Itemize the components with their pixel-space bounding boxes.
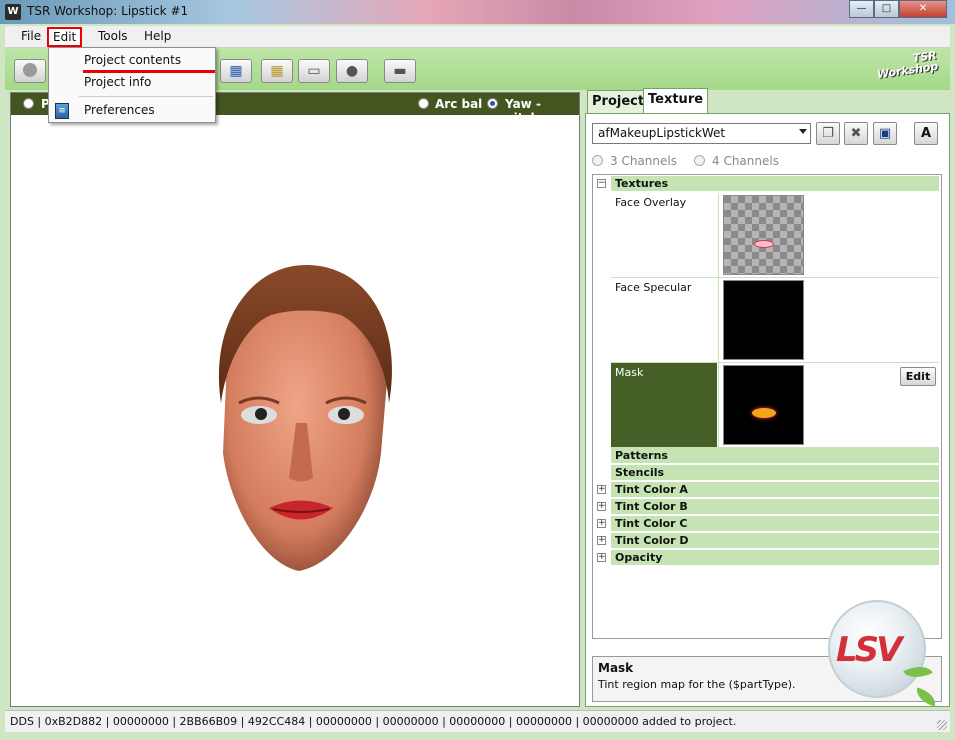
section-tint-color-a[interactable]: Tint Color A	[611, 482, 939, 498]
column-divider	[718, 193, 719, 277]
mesh-blue-icon[interactable]: ▦	[220, 59, 252, 83]
channels-3-radio[interactable]: 3 Channels	[592, 154, 677, 168]
texture-tree: − Textures Face Overlay Face Specular Ma…	[592, 174, 942, 639]
section-patterns[interactable]: Patterns	[611, 448, 939, 464]
expand-icon[interactable]: +	[597, 519, 606, 528]
menu-bar: File Edit Tools Help	[5, 26, 950, 48]
column-divider	[718, 363, 719, 447]
tab-texture[interactable]: Texture	[643, 88, 709, 114]
floor-icon[interactable]: ▬	[384, 59, 416, 83]
texture-thumbnail-overlay[interactable]	[723, 195, 804, 275]
menu-item-preferences[interactable]: Preferences	[84, 103, 155, 117]
material-select[interactable]: afMakeupLipstickWet	[592, 123, 811, 144]
preferences-icon: ≡	[55, 103, 69, 119]
plane-icon[interactable]: ▭	[298, 59, 330, 83]
section-tint-color-d[interactable]: Tint Color D	[611, 533, 939, 549]
yaw-pitch-radio[interactable]	[487, 98, 498, 109]
arcball-radio[interactable]	[418, 98, 429, 109]
3d-viewport[interactable]: P Arc bal Yaw - pitch	[10, 92, 580, 707]
lip-mark	[754, 240, 774, 248]
menu-file[interactable]: File	[17, 29, 45, 43]
status-text: DDS | 0xB2D882 | 00000000 | 2BB66B09 | 4…	[10, 715, 737, 728]
lsv-watermark: LSV	[828, 600, 926, 698]
menu-edit[interactable]: Edit	[47, 27, 83, 47]
lip-mark	[752, 408, 776, 418]
minimize-icon[interactable]: —	[849, 0, 874, 18]
head-model	[218, 265, 392, 571]
edit-mask-button[interactable]: Edit	[900, 367, 936, 386]
material-select-value: afMakeupLipstickWet	[598, 126, 726, 140]
texture-thumbnail-specular[interactable]	[723, 280, 804, 360]
texture-thumbnail-mask[interactable]	[723, 365, 804, 445]
menu-item-project-info[interactable]: Project info	[84, 75, 151, 89]
chevron-down-icon	[799, 129, 807, 134]
texture-name: Face Overlay	[611, 193, 717, 277]
highlight-underline	[83, 70, 215, 73]
expand-icon[interactable]: +	[597, 553, 606, 562]
text-button[interactable]: A	[914, 122, 938, 145]
section-tint-color-b[interactable]: Tint Color B	[611, 499, 939, 515]
mesh-gold-icon[interactable]: ▦	[261, 59, 293, 83]
texture-row-mask[interactable]: Mask Edit	[611, 363, 939, 448]
resize-grip-icon[interactable]	[937, 720, 947, 730]
collapse-textures-icon[interactable]: −	[597, 179, 606, 188]
yaw-pitch-label: Yaw - pitch	[505, 97, 541, 125]
close-icon[interactable]: ✕	[899, 0, 947, 18]
menu-separator	[79, 96, 213, 97]
expand-icon[interactable]: +	[597, 502, 606, 511]
window-title: TSR Workshop: Lipstick #1	[27, 4, 189, 18]
texture-name: Mask	[611, 363, 717, 447]
copy-icon[interactable]: ❐	[816, 122, 840, 145]
section-textures[interactable]: Textures	[611, 176, 939, 192]
section-opacity[interactable]: Opacity	[611, 550, 939, 566]
disc-icon[interactable]: ●	[336, 59, 368, 83]
app-icon: W	[5, 4, 21, 20]
section-stencils[interactable]: Stencils	[611, 465, 939, 481]
section-tint-color-c[interactable]: Tint Color C	[611, 516, 939, 532]
arcball-label: Arc bal	[435, 97, 483, 111]
view-radio[interactable]	[23, 98, 34, 109]
expand-icon[interactable]: +	[597, 536, 606, 545]
texture-name: Face Specular	[611, 278, 717, 362]
column-divider	[718, 278, 719, 362]
edit-dropdown: Project contents Project info ≡ Preferen…	[48, 47, 216, 123]
watermark-text: LSV	[836, 630, 902, 670]
menu-help[interactable]: Help	[140, 29, 175, 43]
tsr-logo: TSR Workshop	[876, 48, 940, 82]
texture-row-face-specular[interactable]: Face Specular	[611, 278, 939, 363]
tab-project[interactable]: Project	[587, 90, 650, 114]
texture-row-face-overlay[interactable]: Face Overlay	[611, 193, 939, 278]
title-bar: W TSR Workshop: Lipstick #1 — □ ✕	[0, 0, 955, 24]
menu-item-project-contents[interactable]: Project contents	[84, 53, 181, 67]
expand-icon[interactable]: +	[597, 485, 606, 494]
maximize-icon[interactable]: □	[874, 0, 899, 18]
delete-icon[interactable]: ✖	[844, 122, 868, 145]
menu-tools[interactable]: Tools	[94, 29, 132, 43]
sphere-view-icon[interactable]	[14, 59, 46, 83]
channels-4-radio[interactable]: 4 Channels	[694, 154, 779, 168]
save-icon[interactable]: ▣	[873, 122, 897, 145]
status-bar: DDS | 0xB2D882 | 00000000 | 2BB66B09 | 4…	[5, 710, 950, 732]
